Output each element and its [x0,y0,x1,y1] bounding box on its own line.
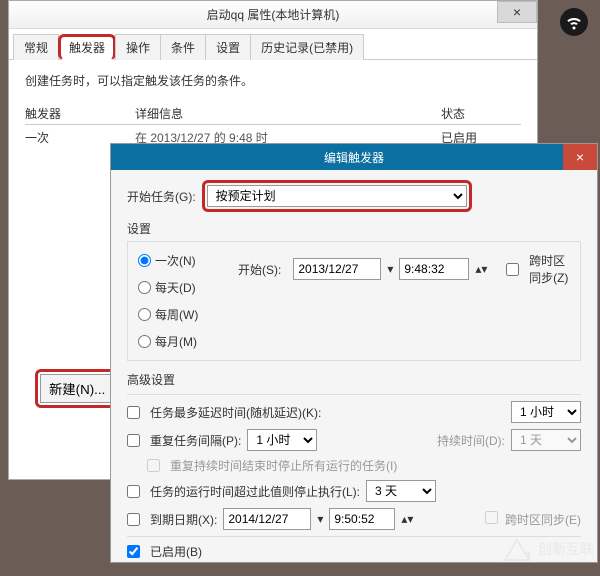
stop-if-longer-select[interactable]: 3 天 [366,480,436,502]
stop-after-rep-label: 重复持续时间结束时停止所有运行的任务(I) [170,457,397,474]
stop-if-longer-row: 任务的运行时间超过此值则停止执行(L): 3 天 [127,480,581,502]
calendar-icon[interactable]: ▾ [317,512,323,526]
sync-tz-checkbox[interactable] [506,263,519,276]
delay-row: 任务最多延迟时间(随机延迟)(K): 1 小时 [127,401,581,423]
delay-label: 任务最多延迟时间(随机延迟)(K): [150,404,321,421]
enabled-checkbox[interactable] [127,545,140,558]
expire-row: 到期日期(X): ▾ ▴▾ 跨时区同步(E) [127,508,581,530]
schedule-right: 开始(S): ▾ ▴▾ 跨时区同步(Z) [238,252,570,286]
schedule-group: 一次(N) 每天(D) 每周(W) 每月(M) 开始(S): ▾ ▴▾ 跨时区同… [127,241,581,361]
window-title: 启动qq 属性(本地计算机) [207,6,340,23]
window-title: 编辑触发器 [324,149,384,166]
delay-checkbox[interactable] [127,406,140,419]
start-task-row: 开始任务(G): 按预定计划 [127,180,581,212]
delay-select[interactable]: 1 小时 [511,401,581,423]
stop-after-rep-row: 重复持续时间结束时停止所有运行的任务(I) [127,457,581,474]
radio-weekly-input[interactable] [138,308,151,321]
new-button-highlight: 新建(N)... [35,369,119,408]
spinner-icon[interactable]: ▴▾ [401,512,413,526]
tab-triggers[interactable]: 触发器 [58,34,116,60]
start-task-highlight: 按预定计划 [202,180,472,212]
repeat-select[interactable]: 1 小时 [247,429,317,451]
close-button[interactable]: × [497,1,537,23]
stop-if-longer-label: 任务的运行时间超过此值则停止执行(L): [150,483,360,500]
expire-sync-label: 跨时区同步(E) [505,513,581,527]
radio-once[interactable]: 一次(N) [138,252,228,269]
radio-daily[interactable]: 每天(D) [138,279,228,296]
tab-general[interactable]: 常规 [13,34,59,60]
tab-history[interactable]: 历史记录(已禁用) [250,34,364,60]
close-icon: × [576,149,584,165]
repeat-row: 重复任务间隔(P): 1 小时 持续时间(D): 1 天 [127,429,581,451]
start-label: 开始(S): [238,261,281,278]
col-detail: 详细信息 [135,105,441,122]
table-header: 触发器 详细信息 状态 [25,103,521,125]
enabled-label: 已启用(B) [150,543,202,560]
expire-checkbox[interactable] [127,513,140,526]
start-time-input[interactable] [399,258,469,280]
sync-tz-label: 跨时区同步(Z) [529,252,570,286]
repeat-label: 重复任务间隔(P): [150,432,241,449]
tab-conditions[interactable]: 条件 [160,34,206,60]
close-button[interactable]: × [563,144,597,170]
col-status: 状态 [441,105,521,122]
settings-label: 设置 [127,220,575,237]
spinner-icon[interactable]: ▴▾ [475,262,487,276]
divider [127,394,581,395]
radio-daily-input[interactable] [138,281,151,294]
start-task-select[interactable]: 按预定计划 [207,185,467,207]
radio-once-input[interactable] [138,254,151,267]
watermark-text: 创新互联 [538,539,594,559]
title-bar: 编辑触发器 × [111,144,597,170]
window-body: 开始任务(G): 按预定计划 设置 一次(N) 每天(D) 每周(W) 每月(M… [111,170,597,576]
expire-label: 到期日期(X): [150,511,217,528]
wifi-status-icon [560,8,588,36]
stop-after-rep-checkbox [147,459,160,472]
tab-strip: 常规 触发器 操作 条件 设置 历史记录(已禁用) [9,29,537,60]
radio-weekly[interactable]: 每周(W) [138,306,228,323]
radio-monthly[interactable]: 每月(M) [138,333,228,350]
advanced-label: 高级设置 [127,371,581,388]
title-bar: 启动qq 属性(本地计算机) × [9,1,537,29]
col-trigger: 触发器 [25,105,135,122]
close-icon: × [513,4,521,20]
start-task-label: 开始任务(G): [127,188,196,205]
tab-settings[interactable]: 设置 [205,34,251,60]
expire-time-input[interactable] [329,508,395,530]
new-button[interactable]: 新建(N)... [40,374,114,403]
expire-sync-checkbox [485,511,498,524]
watermark-logo-icon [500,534,534,564]
start-date-input[interactable] [293,258,381,280]
stop-if-longer-checkbox[interactable] [127,485,140,498]
watermark: 创新互联 [500,534,594,564]
duration-label: 持续时间(D): [437,432,505,449]
calendar-icon[interactable]: ▾ [387,262,393,276]
tab-actions[interactable]: 操作 [115,34,161,60]
frequency-radios: 一次(N) 每天(D) 每周(W) 每月(M) [138,252,228,350]
wifi-icon [565,13,583,31]
duration-select[interactable]: 1 天 [511,429,581,451]
description-text: 创建任务时，可以指定触发该任务的条件。 [25,72,521,89]
edit-trigger-window: 编辑触发器 × 开始任务(G): 按预定计划 设置 一次(N) 每天(D) 每周… [110,143,598,563]
repeat-checkbox[interactable] [127,434,140,447]
expire-date-input[interactable] [223,508,311,530]
radio-monthly-input[interactable] [138,335,151,348]
